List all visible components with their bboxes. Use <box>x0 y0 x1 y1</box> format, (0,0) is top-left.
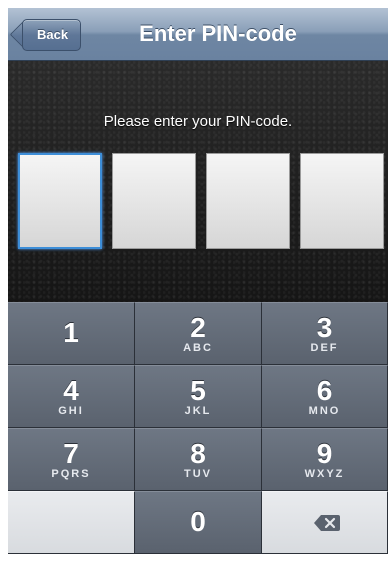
navigation-bar: Back Enter PIN-code <box>8 8 388 61</box>
back-button[interactable]: Back <box>22 19 82 51</box>
key-digit: 9 <box>316 438 333 469</box>
pin-input-row <box>18 153 388 251</box>
key-digit: 7 <box>63 438 79 469</box>
key-letters: PQRS <box>51 468 91 480</box>
key-digit: 5 <box>190 375 206 406</box>
key-letters: DEF <box>310 342 339 354</box>
key-digit: 6 <box>316 375 333 406</box>
key-digit: 8 <box>190 438 206 469</box>
delete-key[interactable] <box>262 491 388 554</box>
key-letters: MNO <box>308 405 341 417</box>
key-digit: 4 <box>63 375 79 406</box>
key-digit: 2 <box>190 312 206 343</box>
key-0[interactable]: 0 <box>135 491 262 554</box>
key-digit: 3 <box>316 312 333 343</box>
pin-screen: Back Enter PIN-code Please enter your PI… <box>8 8 388 554</box>
key-digit: 1 <box>63 317 79 348</box>
key-5[interactable]: 5 JKL <box>135 365 262 428</box>
key-7[interactable]: 7 PQRS <box>8 428 135 491</box>
numeric-keypad: 1 2 ABC 3 DEF 4 GHI 5 JKL 6 MNO 7 PQRS 8 <box>8 302 388 554</box>
key-6[interactable]: 6 MNO <box>262 365 388 428</box>
pin-entry-area: Please enter your PIN-code. <box>8 61 388 302</box>
key-1[interactable]: 1 <box>8 302 135 365</box>
key-9[interactable]: 9 WXYZ <box>262 428 388 491</box>
key-4[interactable]: 4 GHI <box>8 365 135 428</box>
pin-digit-box-4[interactable] <box>300 153 384 249</box>
key-2[interactable]: 2 ABC <box>135 302 262 365</box>
key-letters: TUV <box>184 468 212 480</box>
key-letters: GHI <box>58 405 84 417</box>
backspace-icon <box>313 514 340 531</box>
key-8[interactable]: 8 TUV <box>135 428 262 491</box>
key-digit: 0 <box>190 506 206 537</box>
pin-prompt: Please enter your PIN-code. <box>103 113 293 130</box>
key-3[interactable]: 3 DEF <box>262 302 388 365</box>
pin-digit-box-1[interactable] <box>18 153 102 249</box>
page-title: Enter PIN-code <box>139 21 297 46</box>
key-letters: WXYZ <box>304 468 345 480</box>
key-letters: JKL <box>184 405 212 417</box>
key-blank <box>8 491 135 554</box>
pin-digit-box-3[interactable] <box>206 153 290 249</box>
pin-digit-box-2[interactable] <box>112 153 196 249</box>
key-letters: ABC <box>183 342 213 354</box>
